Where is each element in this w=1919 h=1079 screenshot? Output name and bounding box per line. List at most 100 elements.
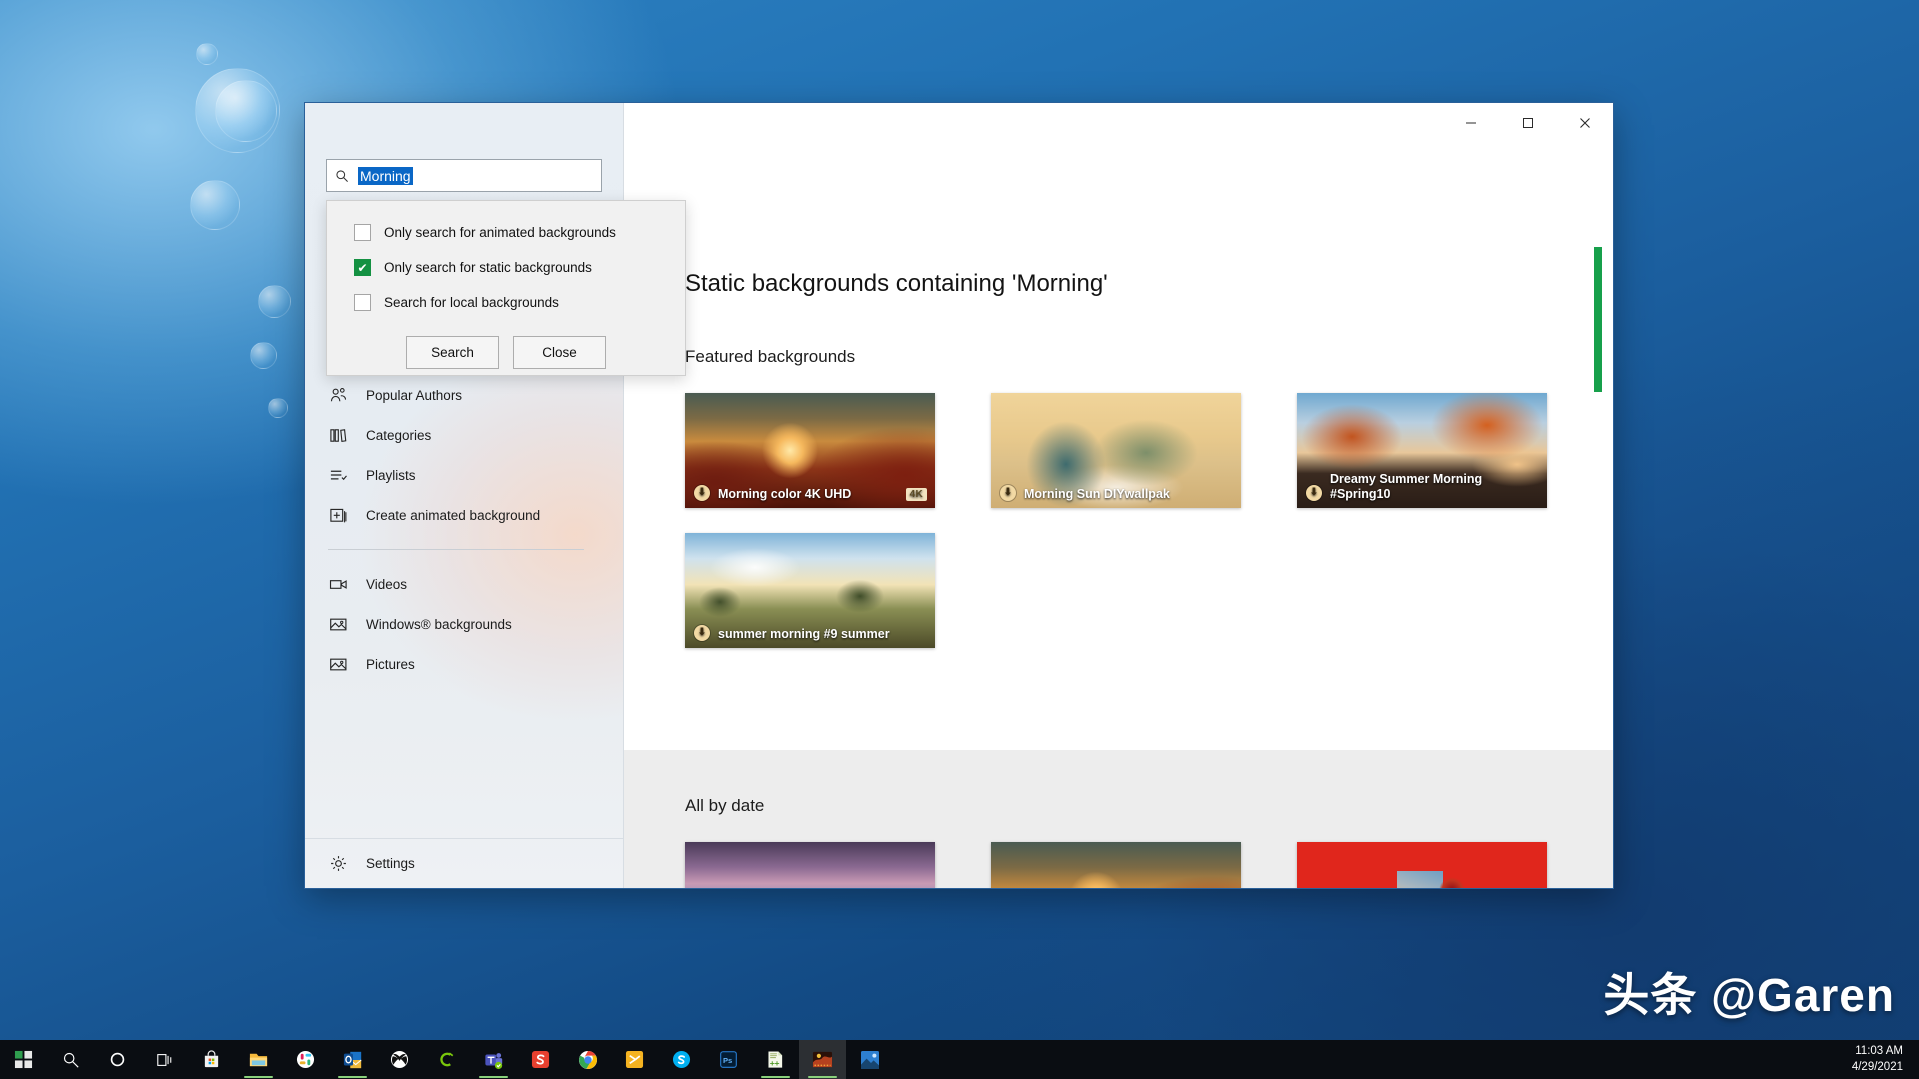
background-card[interactable]: ⬇ Dreamy Summer Morning #Spring10 [1297, 393, 1547, 508]
section-title: All by date [685, 796, 1613, 816]
download-icon[interactable]: ⬇ [694, 485, 710, 501]
svg-text:Ps: Ps [723, 1056, 732, 1065]
minimize-button[interactable] [1442, 103, 1499, 143]
taskbar-outlook[interactable] [329, 1040, 376, 1079]
checkbox-unchecked[interactable] [354, 294, 371, 311]
close-button[interactable] [1556, 103, 1613, 143]
taskbar-snagit[interactable] [517, 1040, 564, 1079]
people-icon [328, 385, 349, 406]
sidebar-item-label: Create animated background [366, 508, 540, 523]
taskbar-search-button[interactable] [47, 1040, 94, 1079]
background-card[interactable]: ⬇ Morning color 4K UHD 4K [685, 393, 935, 508]
sidebar-item-pictures[interactable]: Pictures [305, 644, 623, 684]
sidebar-item-popular-authors[interactable]: Popular Authors [305, 375, 623, 415]
wallpaper-bubble [215, 80, 277, 142]
card-title: Dreamy Summer Morning #Spring10 [1330, 472, 1539, 501]
sidebar-item-categories[interactable]: Categories [305, 415, 623, 455]
sidebar-item-playlists[interactable]: Playlists [305, 455, 623, 495]
playlist-icon [328, 465, 349, 486]
gear-icon [328, 853, 349, 874]
sidebar-item-label: Pictures [366, 657, 415, 672]
sidebar-item-label: Windows® backgrounds [366, 617, 512, 632]
checkbox-unchecked[interactable] [354, 224, 371, 241]
sidebar-item-label: Popular Authors [366, 388, 462, 403]
download-icon[interactable]: ⬇ [1306, 485, 1322, 501]
card-thumbnail [685, 842, 935, 888]
taskbar-notepadpp[interactable]: + + [752, 1040, 799, 1079]
sidebar-item-create-animated-background[interactable]: Create animated background [305, 495, 623, 535]
clock-date: 4/29/2021 [1852, 1060, 1903, 1076]
background-card[interactable]: ⬇ Morning Mountain Silhouette [685, 842, 935, 888]
sidebar-item-videos[interactable]: Videos [305, 564, 623, 604]
sidebar-item-windows-backgrounds[interactable]: Windows® backgrounds [305, 604, 623, 644]
section-featured: Featured backgrounds ⬇ Morning color 4K … [624, 347, 1613, 648]
background-card[interactable]: ⬇ Morning Sun DIYwallpak [991, 393, 1241, 508]
card-grid: ⬇ Morning Mountain Silhouette ⬇ Morning … [685, 842, 1613, 888]
page-title: Static backgrounds containing 'Morning' [685, 270, 1108, 298]
taskbar-running-indicator [479, 1076, 508, 1078]
card-caption: ⬇ Morning color 4K UHD 4K [685, 481, 935, 508]
taskbar-wallpaper-app[interactable] [799, 1040, 846, 1079]
taskbar-c-app[interactable] [423, 1040, 470, 1079]
plus-square-icon [328, 505, 349, 526]
search-options-flyout: Only search for animated backgrounds Onl… [326, 200, 686, 376]
card-caption: ⬇ Dreamy Summer Morning #Spring10 [1297, 468, 1547, 508]
search-input[interactable]: Morning [326, 159, 602, 192]
card-title: Morning Sun DIYwallpak [1024, 487, 1233, 501]
background-card[interactable]: ⬇ summer morning #9 summer [685, 533, 935, 648]
taskbar-photoshop[interactable]: Ps [705, 1040, 752, 1079]
option-local-backgrounds[interactable]: Search for local backgrounds [327, 285, 685, 320]
scrollbar-thumb[interactable] [1594, 247, 1602, 392]
background-card[interactable]: ⬇ Good morning sunshine QHD [1297, 842, 1547, 888]
clock-time: 11:03 AM [1852, 1044, 1903, 1060]
card-thumbnail [1297, 842, 1547, 888]
content-area: Static backgrounds containing 'Morning' … [624, 149, 1613, 888]
sidebar-item-label: Categories [366, 428, 431, 443]
card-thumbnail-detail [1397, 871, 1443, 888]
taskbar-file-explorer[interactable] [235, 1040, 282, 1079]
wallpaper-bubble [190, 180, 240, 230]
download-icon[interactable]: ⬇ [694, 625, 710, 641]
taskbar-microsoft-store[interactable] [188, 1040, 235, 1079]
wallpaper-bubble [250, 342, 277, 369]
search-button[interactable]: Search [406, 336, 499, 369]
svg-text:+: + [775, 1058, 780, 1068]
close-button[interactable]: Close [513, 336, 606, 369]
section-all-by-date: All by date ⬇ Morning Mountain Silhouett… [624, 796, 1613, 888]
taskbar-cortana-button[interactable] [94, 1040, 141, 1079]
card-title: Morning color 4K UHD [718, 487, 898, 501]
sidebar-item-settings[interactable]: Settings [305, 838, 623, 888]
taskbar-skype[interactable] [658, 1040, 705, 1079]
download-icon[interactable]: ⬇ [1000, 485, 1016, 501]
section-title: Featured backgrounds [685, 347, 1613, 367]
picture-icon [328, 614, 349, 635]
wallpaper-bubble [195, 68, 280, 153]
checkbox-checked[interactable] [354, 259, 371, 276]
picture-icon [328, 654, 349, 675]
taskbar-clock[interactable]: 11:03 AM 4/29/2021 [1852, 1044, 1903, 1075]
taskbar-task-view-button[interactable] [141, 1040, 188, 1079]
taskbar-google-chrome[interactable] [564, 1040, 611, 1079]
option-static-backgrounds[interactable]: Only search for static backgrounds [327, 250, 685, 285]
taskbar-running-indicator [244, 1076, 273, 1078]
taskbar-photos[interactable] [846, 1040, 893, 1079]
taskbar-mail[interactable] [611, 1040, 658, 1079]
sidebar-item-label: Videos [366, 577, 407, 592]
watermark: 头条 @Garen [1603, 959, 1895, 1025]
taskbar-start-button[interactable] [0, 1040, 47, 1079]
content-scrollbar[interactable] [1594, 247, 1602, 867]
taskbar-xbox[interactable] [376, 1040, 423, 1079]
wallpaper-bubble [258, 285, 291, 318]
maximize-button[interactable] [1499, 103, 1556, 143]
taskbar-running-indicator [338, 1076, 367, 1078]
taskbar-microsoft-teams[interactable] [470, 1040, 517, 1079]
wallpaper-bubble [268, 398, 288, 418]
taskbar-slack[interactable] [282, 1040, 329, 1079]
sidebar-nav: Favourites Popular Authors [305, 335, 623, 684]
background-card[interactable]: ⬇ Morning color 4K UHD 4K [991, 842, 1241, 888]
card-title: summer morning #9 summer [718, 627, 927, 641]
option-label: Only search for animated backgrounds [384, 225, 616, 240]
wallpaper-bubble [196, 43, 218, 65]
sidebar-item-label: Playlists [366, 468, 416, 483]
option-animated-backgrounds[interactable]: Only search for animated backgrounds [327, 215, 685, 250]
